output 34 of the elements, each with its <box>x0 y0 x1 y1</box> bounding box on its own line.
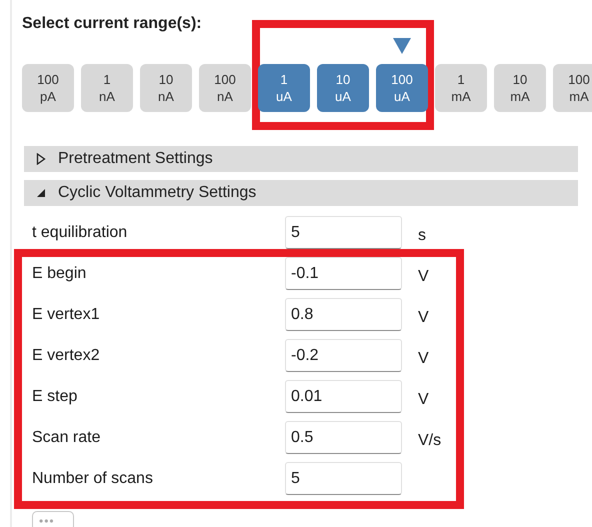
section-header[interactable]: Cyclic Voltammetry Settings <box>24 180 578 206</box>
parameter-label: E vertex1 <box>32 304 101 324</box>
range-button[interactable]: 10 uA <box>317 64 369 112</box>
collapse-triangle-icon <box>36 187 46 199</box>
parameter-label: E begin <box>32 264 88 284</box>
parameter-field[interactable]: 0.8 <box>285 298 402 331</box>
parameter-label: Number of scans <box>32 468 154 488</box>
unit-label: V <box>418 266 429 286</box>
unit-label: V <box>418 308 429 328</box>
parameter-label: E step <box>32 386 78 406</box>
expand-triangle-icon <box>36 153 46 165</box>
range-button[interactable]: 10 nA <box>140 64 192 112</box>
range-button[interactable]: 100 pA <box>22 64 74 112</box>
range-button[interactable]: 100 mA <box>553 64 592 112</box>
parameter-label: E vertex2 <box>32 346 101 366</box>
parameter-label: t equilibration <box>32 222 128 242</box>
parameter-field[interactable]: 5 <box>285 216 402 249</box>
parameter-label: Scan rate <box>32 428 102 448</box>
parameter-field[interactable]: 0.01 <box>285 380 402 413</box>
section-header[interactable]: Pretreatment Settings <box>24 146 578 172</box>
range-button[interactable]: 1 mA <box>435 64 487 112</box>
range-button[interactable]: 1 uA <box>258 64 310 112</box>
range-button[interactable]: 10 mA <box>494 64 546 112</box>
range-button[interactable]: 100 nA <box>199 64 251 112</box>
parameter-field[interactable]: 0.5 <box>285 421 402 454</box>
unit-label: V <box>418 348 429 368</box>
unit-label: V/s <box>418 430 442 450</box>
parameter-field[interactable]: -0.1 <box>285 257 402 290</box>
range-button[interactable]: 1 nA <box>81 64 133 112</box>
range-label: Select current range(s): <box>22 14 203 34</box>
unit-label: V <box>418 390 429 410</box>
parameter-field[interactable]: -0.2 <box>285 339 402 372</box>
parameter-field[interactable]: 5 <box>285 462 402 495</box>
unit-label: s <box>418 226 426 246</box>
